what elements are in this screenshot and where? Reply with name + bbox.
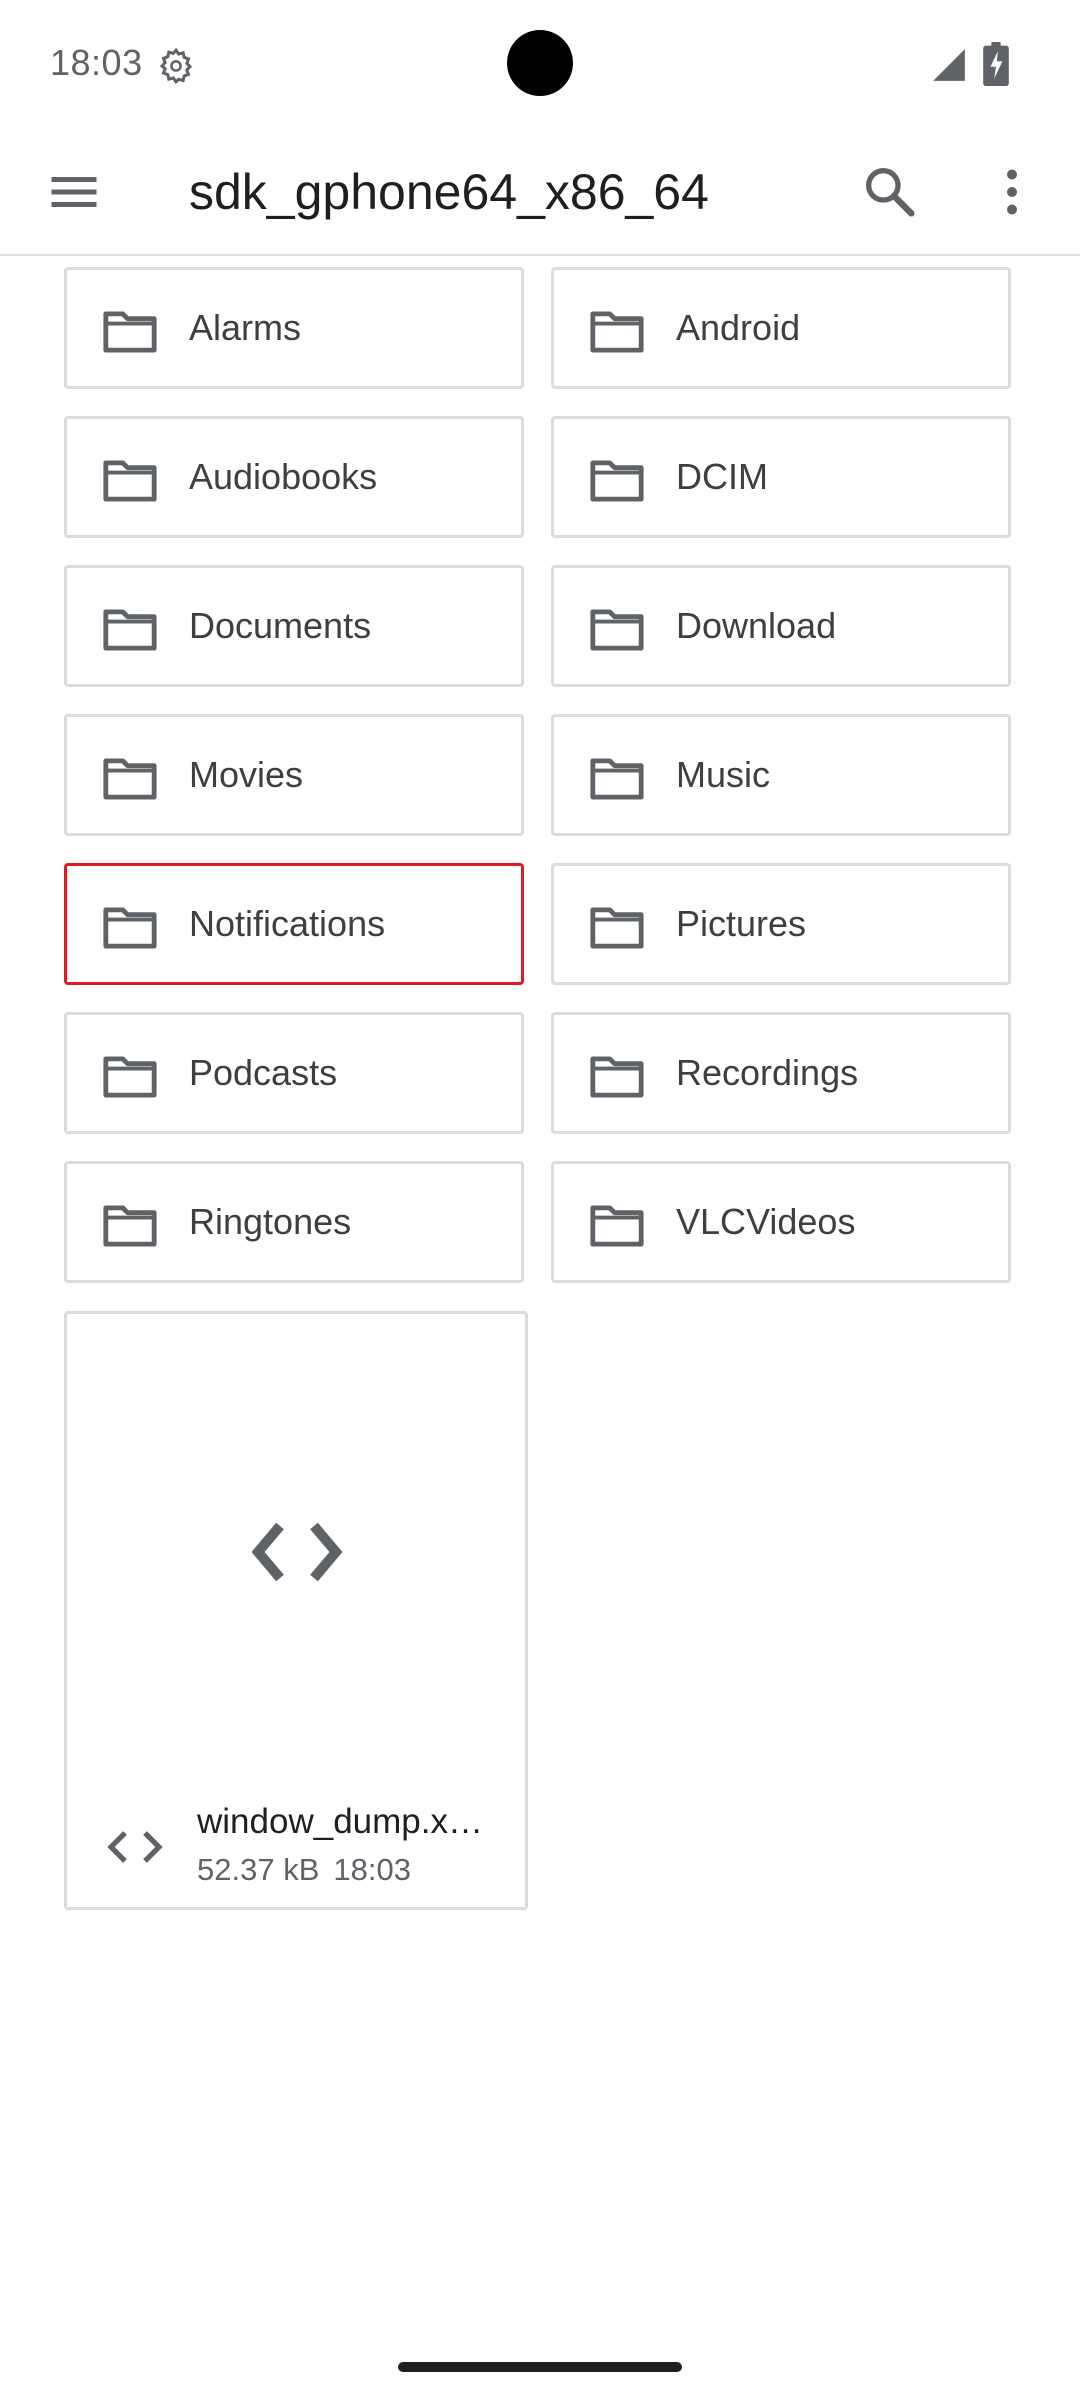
camera-cutout — [507, 30, 573, 96]
file-name: window_dump.x… — [197, 1802, 483, 1841]
folder-item-alarms[interactable]: Alarms — [64, 267, 524, 389]
more-vert-icon[interactable] — [982, 160, 1042, 224]
folder-item-movies[interactable]: Movies — [64, 714, 524, 836]
folder-icon — [588, 1055, 646, 1099]
folder-icon — [101, 1055, 159, 1099]
file-card[interactable]: window_dump.x… 52.37 kB 18:03 — [64, 1311, 528, 1910]
folder-label: Alarms — [189, 307, 302, 348]
folder-item-dcim[interactable]: DCIM — [551, 416, 1011, 538]
folder-label: Music — [676, 754, 771, 795]
folder-label: Movies — [189, 754, 304, 795]
folder-item-notifications[interactable]: Notifications — [64, 863, 524, 985]
folder-item-audiobooks[interactable]: Audiobooks — [64, 416, 524, 538]
folder-item-android[interactable]: Android — [551, 267, 1011, 389]
folder-label: Documents — [189, 605, 372, 646]
settings-gear-icon — [159, 47, 193, 85]
folder-label: Podcasts — [189, 1052, 338, 1093]
folder-label: Audiobooks — [189, 456, 378, 497]
folder-icon — [588, 459, 646, 503]
folder-icon — [101, 757, 159, 801]
folder-label: DCIM — [676, 456, 768, 497]
folder-item-ringtones[interactable]: Ringtones — [64, 1161, 524, 1283]
folder-label: Download — [676, 605, 837, 646]
folder-item-music[interactable]: Music — [551, 714, 1011, 836]
folder-label: Notifications — [189, 903, 386, 944]
folder-icon — [101, 459, 159, 503]
folder-item-vlcvideos[interactable]: VLCVideos — [551, 1161, 1011, 1283]
folder-item-podcasts[interactable]: Podcasts — [64, 1012, 524, 1134]
folder-label: VLCVideos — [676, 1201, 856, 1242]
folder-item-pictures[interactable]: Pictures — [551, 863, 1011, 985]
app-title: sdk_gphone64_x86_64 — [189, 164, 709, 220]
folder-item-download[interactable]: Download — [551, 565, 1011, 687]
folder-icon — [588, 757, 646, 801]
folder-icon — [588, 1204, 646, 1248]
file-meta: 52.37 kB 18:03 — [197, 1852, 411, 1888]
file-size: 52.37 kB — [197, 1852, 320, 1887]
status-time: 18:03 — [50, 42, 143, 83]
folder-icon — [101, 608, 159, 652]
folder-label: Ringtones — [189, 1201, 352, 1242]
screen: 18:03 sdk_gphone64_x86_64 Alarms Android… — [0, 0, 1080, 2400]
folder-icon — [588, 310, 646, 354]
folder-icon — [588, 906, 646, 950]
status-bar: 18:03 — [0, 0, 1080, 130]
code-icon — [252, 1522, 342, 1582]
folder-icon — [101, 310, 159, 354]
file-time: 18:03 — [333, 1852, 411, 1887]
battery-charging-icon — [983, 42, 1009, 86]
folder-label: Android — [676, 307, 801, 348]
folder-icon — [101, 906, 159, 950]
folder-item-recordings[interactable]: Recordings — [551, 1012, 1011, 1134]
folder-icon — [588, 608, 646, 652]
menu-icon[interactable] — [44, 162, 104, 222]
app-bar: sdk_gphone64_x86_64 — [0, 130, 1080, 256]
folder-item-documents[interactable]: Documents — [64, 565, 524, 687]
code-file-type-icon — [107, 1831, 163, 1863]
folder-icon — [101, 1204, 159, 1248]
search-icon[interactable] — [858, 160, 922, 224]
home-indicator[interactable] — [398, 2362, 682, 2372]
folder-label: Recordings — [676, 1052, 859, 1093]
cell-signal-icon — [933, 49, 965, 81]
folder-label: Pictures — [676, 903, 807, 944]
